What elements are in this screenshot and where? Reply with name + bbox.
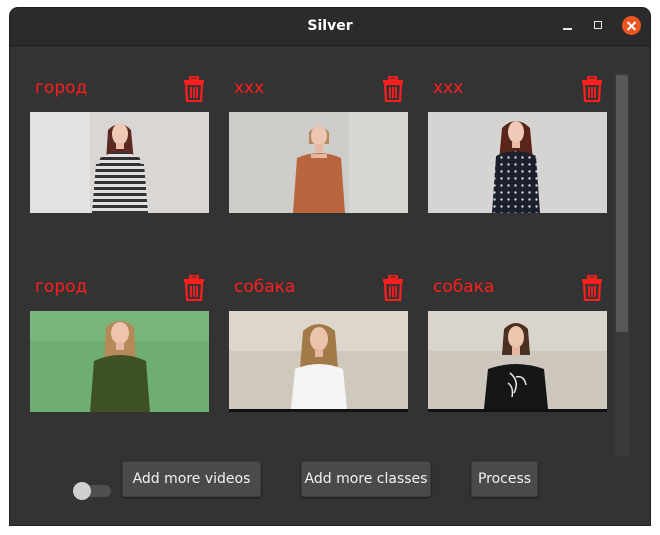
class-label: собака: [234, 277, 296, 297]
trash-icon[interactable]: [581, 76, 603, 102]
add-more-classes-button[interactable]: Add more classes: [301, 461, 431, 497]
scrollbar-thumb[interactable]: [616, 75, 628, 332]
class-label: город: [35, 277, 88, 297]
main-content: город xxx xxx город собака собака Add mo…: [10, 46, 650, 525]
process-button[interactable]: Process: [471, 461, 538, 497]
toggle-switch[interactable]: [73, 482, 113, 500]
minimize-button[interactable]: [559, 17, 577, 35]
window-title: Silver: [307, 18, 353, 34]
video-thumbnail[interactable]: [30, 311, 209, 412]
class-label: город: [35, 78, 88, 98]
video-thumbnail[interactable]: [229, 112, 408, 213]
class-label: собака: [433, 277, 495, 297]
app-window: Silver город xxx xxx город собака собака…: [10, 8, 650, 525]
toggle-knob: [73, 482, 91, 500]
class-label: xxx: [433, 78, 464, 98]
video-thumbnail[interactable]: [30, 112, 209, 213]
trash-icon[interactable]: [382, 275, 404, 301]
close-button[interactable]: [622, 16, 641, 35]
video-thumbnail[interactable]: [229, 311, 408, 412]
add-more-videos-button[interactable]: Add more videos: [122, 461, 261, 497]
trash-icon[interactable]: [183, 76, 205, 102]
class-label: xxx: [234, 78, 265, 98]
trash-icon[interactable]: [183, 275, 205, 301]
trash-icon[interactable]: [382, 76, 404, 102]
video-thumbnail[interactable]: [428, 112, 607, 213]
video-thumbnail[interactable]: [428, 311, 607, 412]
vertical-scrollbar[interactable]: [615, 73, 629, 456]
maximize-button[interactable]: [590, 17, 608, 35]
title-bar[interactable]: Silver: [10, 8, 650, 46]
trash-icon[interactable]: [581, 275, 603, 301]
